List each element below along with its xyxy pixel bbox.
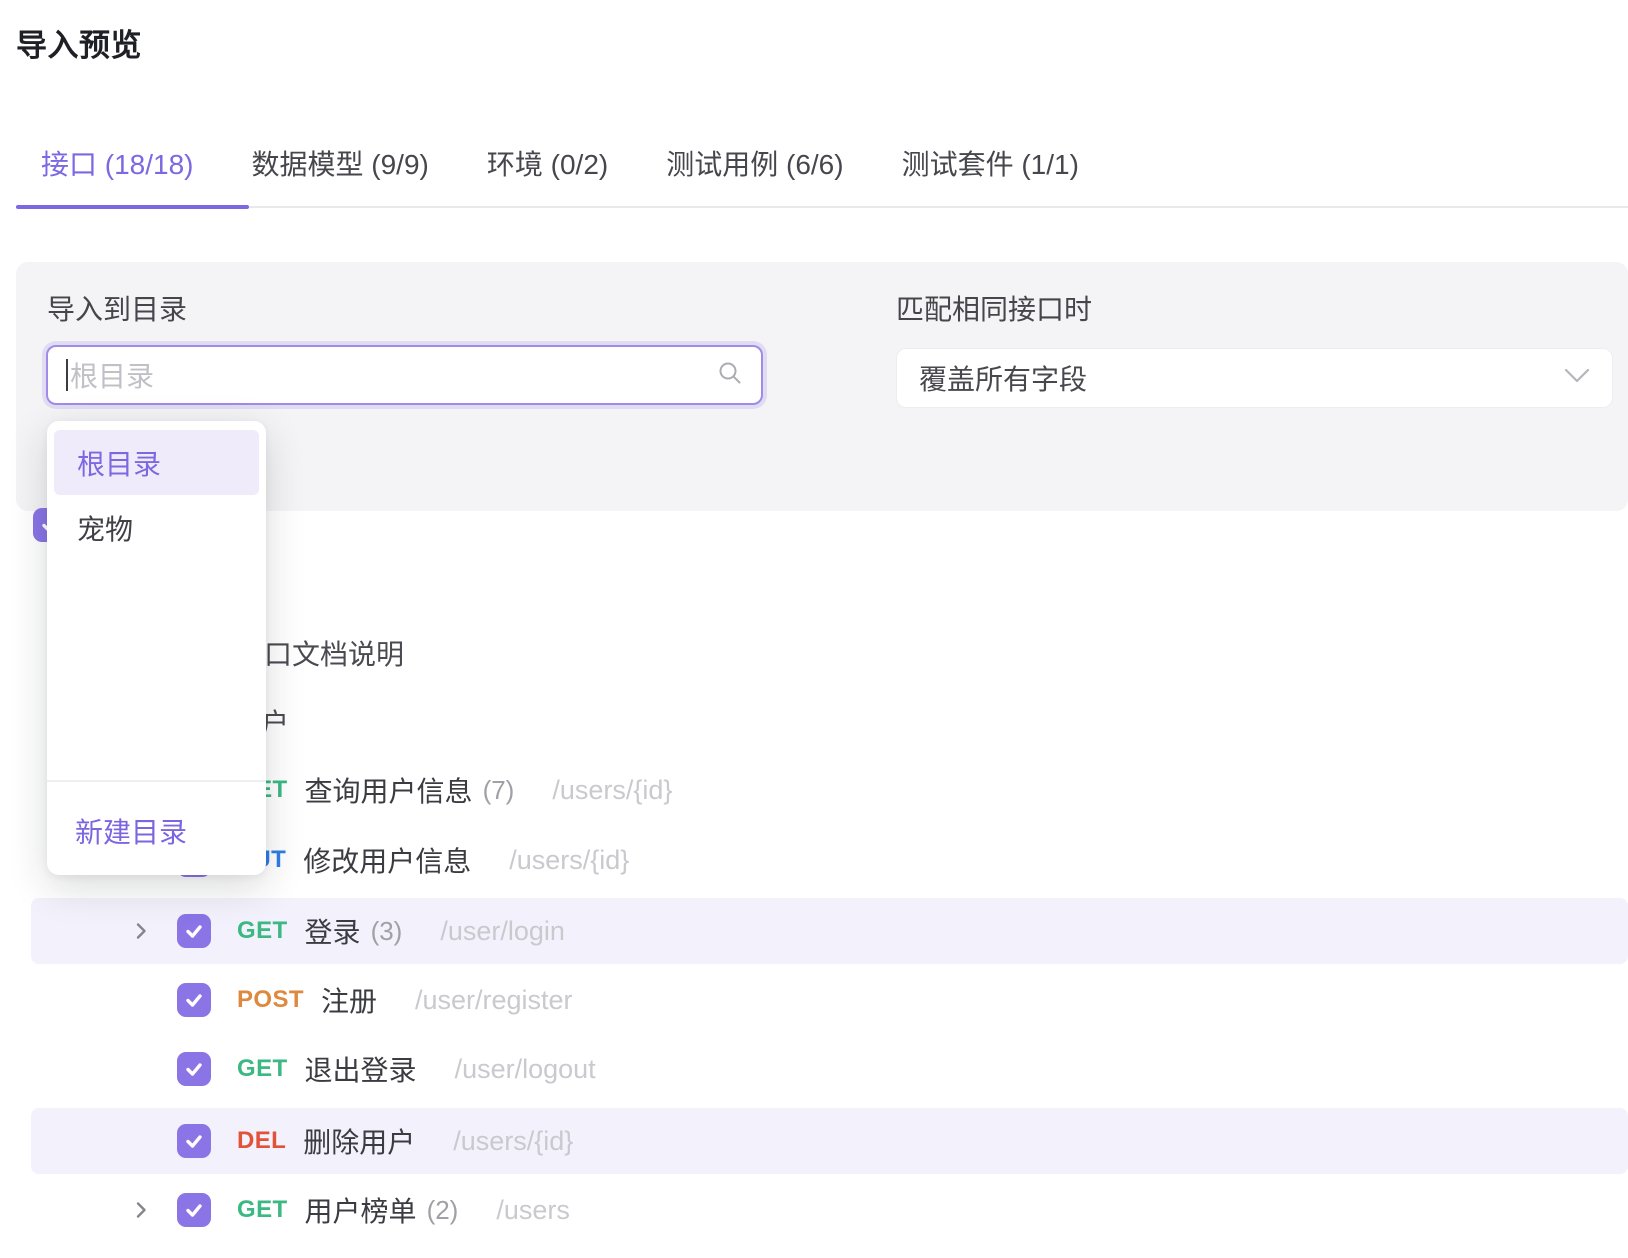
api-path: /users/{id} <box>453 1126 573 1157</box>
api-count: (3) <box>371 916 403 947</box>
api-title: 注册 <box>321 980 377 1020</box>
api-title: 用户榜单 <box>305 1190 417 1230</box>
dropdown-option-root[interactable]: 根目录 <box>54 430 259 495</box>
api-row-logout[interactable]: GET 退出登录 /user/logout <box>0 1036 1628 1102</box>
api-row-login[interactable]: GET 登录 (3) /user/login <box>31 898 1628 964</box>
dropdown-option-pets[interactable]: 宠物 <box>54 495 259 560</box>
api-path: /user/register <box>415 985 573 1016</box>
api-title: 删除用户 <box>303 1121 415 1161</box>
api-title: 查询用户信息 <box>305 770 473 810</box>
api-count: (2) <box>427 1195 459 1226</box>
api-title: 修改用户信息 <box>303 840 471 880</box>
dropdown-divider <box>47 780 266 782</box>
api-title: 登录 <box>305 911 361 951</box>
method-tag: POST <box>237 986 304 1014</box>
partial-row-doc-title: 口文档说明 <box>264 633 404 673</box>
api-count: (7) <box>483 775 515 806</box>
row-checkbox[interactable] <box>177 1124 211 1158</box>
import-preview-dialog: 导入预览 接口 (18/18) 数据模型 (9/9) 环境 (0/2) 测试用例… <box>0 0 1628 1258</box>
api-row-register[interactable]: POST 注册 /user/register <box>0 967 1628 1033</box>
row-checkbox[interactable] <box>177 914 211 948</box>
chevron-right-icon[interactable] <box>130 920 152 942</box>
api-title: 退出登录 <box>305 1049 417 1089</box>
chevron-right-icon[interactable] <box>130 1199 152 1221</box>
api-path: /user/logout <box>455 1054 596 1085</box>
api-path: /users/{id} <box>552 775 672 806</box>
method-tag: DEL <box>237 1127 286 1155</box>
row-checkbox[interactable] <box>177 1193 211 1227</box>
method-tag: GET <box>237 917 288 945</box>
api-path: /user/login <box>440 916 565 947</box>
directory-dropdown: 根目录 宠物 新建目录 <box>47 421 266 875</box>
api-row-delete-user[interactable]: DEL 删除用户 /users/{id} <box>31 1108 1628 1174</box>
api-row-user-ranking[interactable]: GET 用户榜单 (2) /users <box>0 1177 1628 1243</box>
method-tag: GET <box>237 1055 288 1083</box>
row-checkbox[interactable] <box>177 983 211 1017</box>
api-path: /users/{id} <box>509 845 629 876</box>
new-folder-button[interactable]: 新建目录 <box>75 811 187 851</box>
api-path: /users <box>496 1195 570 1226</box>
row-checkbox[interactable] <box>177 1052 211 1086</box>
method-tag: GET <box>237 1196 288 1224</box>
